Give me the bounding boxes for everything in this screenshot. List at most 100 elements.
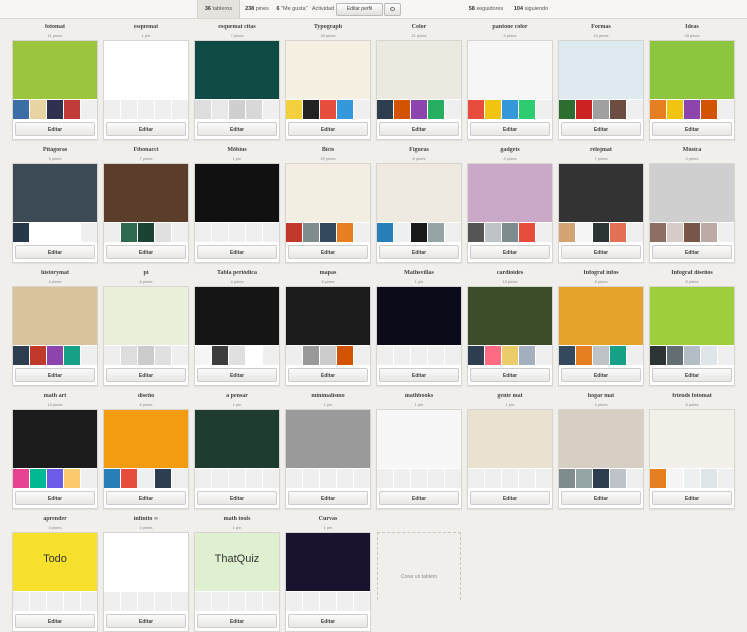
edit-board-button[interactable]: Editar xyxy=(106,122,186,136)
board-thumbnail[interactable] xyxy=(195,469,211,488)
board-3[interactable]: Typograph 30 pines Editar xyxy=(285,24,371,140)
board-thumbnail[interactable] xyxy=(337,100,353,119)
edit-board-button[interactable]: Editar xyxy=(106,368,186,382)
board-title[interactable]: Ideas xyxy=(649,24,735,30)
board-thumbnail[interactable] xyxy=(354,223,370,242)
board-thumbnail[interactable] xyxy=(650,346,666,365)
board-thumbnail[interactable] xyxy=(229,346,245,365)
board-card[interactable]: Editar xyxy=(467,40,553,140)
board-thumbnail[interactable] xyxy=(13,346,29,365)
board-thumbnail[interactable] xyxy=(81,223,97,242)
board-thumbnail[interactable] xyxy=(121,223,137,242)
board-thumbnail[interactable] xyxy=(536,469,552,488)
board-thumbnail[interactable] xyxy=(394,469,410,488)
board-4[interactable]: Color 21 pines Editar xyxy=(376,24,462,140)
board-thumbnail[interactable] xyxy=(303,469,319,488)
board-21[interactable]: cardioides 13 pines Editar xyxy=(467,270,553,386)
board-thumbnail[interactable] xyxy=(576,469,592,488)
board-thumbnail[interactable] xyxy=(320,346,336,365)
board-thumbnail[interactable] xyxy=(445,223,461,242)
board-title[interactable]: hogar mat xyxy=(558,393,644,399)
board-thumbnail[interactable] xyxy=(30,592,46,611)
board-card[interactable]: ThatQuiz Editar xyxy=(194,532,280,632)
board-thumbnail[interactable] xyxy=(354,346,370,365)
board-thumbnail[interactable] xyxy=(30,100,46,119)
board-title[interactable]: math art xyxy=(12,393,98,399)
edit-board-button[interactable]: Editar xyxy=(15,122,95,136)
board-thumbnail[interactable] xyxy=(172,346,188,365)
board-thumbnail[interactable] xyxy=(411,223,427,242)
board-title[interactable]: minimalismo xyxy=(285,393,371,399)
board-7[interactable]: Ideas 28 pines Editar xyxy=(649,24,735,140)
board-thumbnail[interactable] xyxy=(684,100,700,119)
board-title[interactable]: pantone color xyxy=(467,24,553,30)
edit-board-button[interactable]: Editar xyxy=(652,368,732,382)
board-title[interactable]: math tools xyxy=(194,516,280,522)
board-thumbnail[interactable] xyxy=(536,100,552,119)
board-thumbnail[interactable] xyxy=(718,223,734,242)
board-thumbnail[interactable] xyxy=(394,100,410,119)
board-thumbnail[interactable] xyxy=(47,346,63,365)
board-title[interactable]: pi xyxy=(103,270,189,276)
board-20[interactable]: Mathsvillas 1 pin Editar xyxy=(376,270,462,386)
board-5[interactable]: pantone color 9 pines Editar xyxy=(467,24,553,140)
board-card[interactable]: Editar xyxy=(194,40,280,140)
board-thumbnail[interactable] xyxy=(47,223,63,242)
board-card[interactable]: Todo Editar xyxy=(12,532,98,632)
board-14[interactable]: relojmat 7 pines Editar xyxy=(558,147,644,263)
board-thumbnail[interactable] xyxy=(138,223,154,242)
board-thumbnail[interactable] xyxy=(559,346,575,365)
board-thumbnail[interactable] xyxy=(576,346,592,365)
board-title[interactable]: a pensar xyxy=(194,393,280,399)
board-thumbnail[interactable] xyxy=(684,469,700,488)
board-cover-image[interactable] xyxy=(559,164,643,222)
board-9[interactable]: Fibonacci 7 pines Editar xyxy=(103,147,189,263)
board-11[interactable]: Bicis 20 pines Editar xyxy=(285,147,371,263)
board-thumbnail[interactable] xyxy=(138,346,154,365)
board-thumbnail[interactable] xyxy=(576,100,592,119)
board-title[interactable]: Bicis xyxy=(285,147,371,153)
board-thumbnail[interactable] xyxy=(593,100,609,119)
board-thumbnail[interactable] xyxy=(81,100,97,119)
board-cover-image[interactable] xyxy=(104,533,188,591)
board-30[interactable]: hogar mat 4 pines Editar xyxy=(558,393,644,509)
board-thumbnail[interactable] xyxy=(13,100,29,119)
edit-board-button[interactable]: Editar xyxy=(197,491,277,505)
board-cover-image[interactable] xyxy=(286,410,370,468)
create-board-button[interactable]: Crear un tablero xyxy=(377,532,461,600)
board-thumbnail[interactable] xyxy=(411,469,427,488)
board-thumbnail[interactable] xyxy=(30,223,46,242)
board-cover-image[interactable] xyxy=(104,164,188,222)
board-thumbnail[interactable] xyxy=(81,346,97,365)
board-cover-image[interactable] xyxy=(286,41,370,99)
board-cover-image[interactable] xyxy=(286,287,370,345)
board-thumbnail[interactable] xyxy=(502,223,518,242)
board-cover-image[interactable] xyxy=(559,287,643,345)
board-cover-image[interactable] xyxy=(468,287,552,345)
board-cover-image[interactable] xyxy=(13,41,97,99)
board-title[interactable]: Infograf diseños xyxy=(649,270,735,276)
board-cover-image[interactable] xyxy=(13,287,97,345)
board-thumbnail[interactable] xyxy=(212,346,228,365)
board-thumbnail[interactable] xyxy=(701,100,717,119)
board-19[interactable]: mapas 8 pines Editar xyxy=(285,270,371,386)
edit-board-button[interactable]: Editar xyxy=(15,491,95,505)
board-thumbnail[interactable] xyxy=(445,100,461,119)
board-thumbnail[interactable] xyxy=(593,223,609,242)
board-thumbnail[interactable] xyxy=(47,592,63,611)
board-thumbnail[interactable] xyxy=(536,346,552,365)
board-thumbnail[interactable] xyxy=(195,346,211,365)
board-thumbnail[interactable] xyxy=(303,346,319,365)
board-32[interactable]: aprender 3 pines Todo Editar xyxy=(12,516,98,632)
board-title[interactable]: Curvas xyxy=(285,516,371,522)
board-thumbnail[interactable] xyxy=(172,469,188,488)
board-thumbnail[interactable] xyxy=(229,469,245,488)
board-card[interactable]: Editar xyxy=(558,163,644,263)
board-23[interactable]: Infograf diseños 8 pines Editar xyxy=(649,270,735,386)
edit-board-button[interactable]: Editar xyxy=(288,122,368,136)
edit-board-button[interactable]: Editar xyxy=(15,245,95,259)
board-thumbnail[interactable] xyxy=(320,592,336,611)
board-title[interactable]: Typograph xyxy=(285,24,371,30)
board-thumbnail[interactable] xyxy=(246,223,262,242)
board-cover-image[interactable] xyxy=(377,164,461,222)
